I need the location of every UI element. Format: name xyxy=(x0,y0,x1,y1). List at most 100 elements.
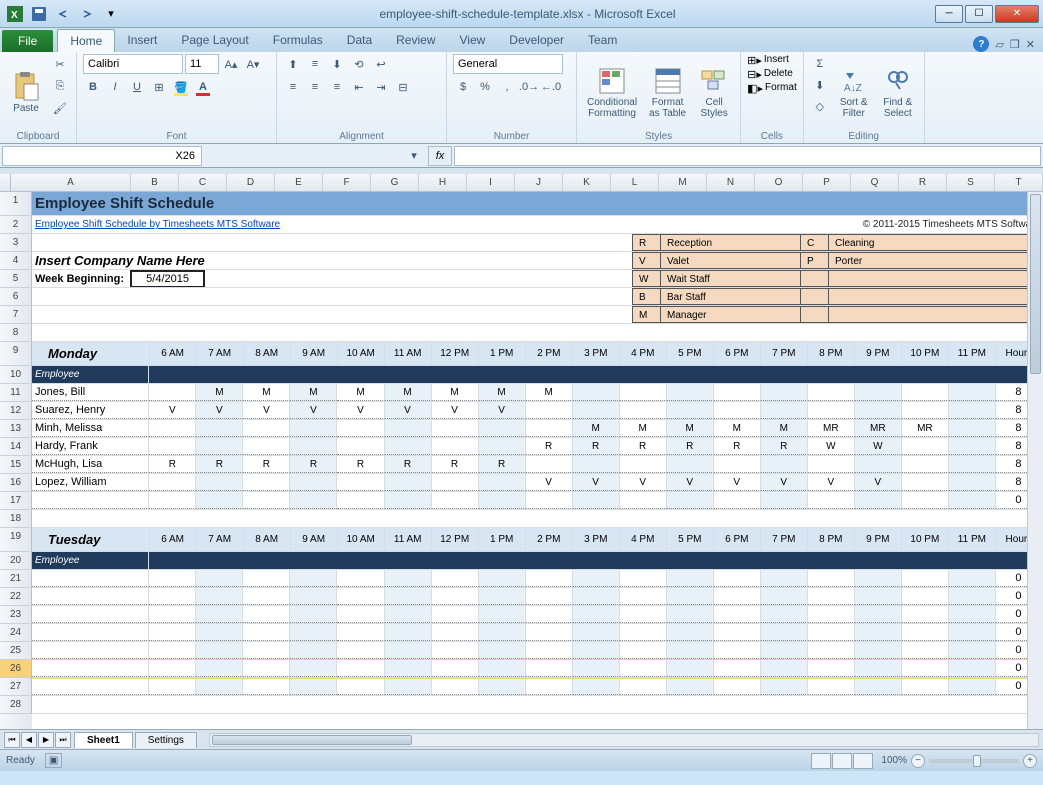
cell[interactable] xyxy=(196,642,243,659)
cell[interactable] xyxy=(949,384,996,401)
tab-formulas[interactable]: Formulas xyxy=(261,29,335,52)
row-header[interactable]: 6 xyxy=(0,288,32,306)
cell[interactable] xyxy=(808,678,855,695)
cell[interactable] xyxy=(573,384,620,401)
font-color-icon[interactable]: A xyxy=(193,77,213,97)
cell[interactable] xyxy=(196,588,243,605)
bold-button[interactable]: B xyxy=(83,77,103,97)
decrease-font-icon[interactable]: A▾ xyxy=(243,54,263,74)
format-painter-icon[interactable]: 🖌 xyxy=(50,98,70,118)
cell[interactable] xyxy=(761,402,808,419)
excel-icon[interactable]: X xyxy=(4,4,26,24)
sheet-nav-last-icon[interactable]: ⏭ xyxy=(55,732,71,748)
template-link[interactable]: Employee Shift Schedule by Timesheets MT… xyxy=(35,219,280,230)
row-header[interactable]: 12 xyxy=(0,402,32,420)
cell[interactable]: Employee Shift Schedule by Timesheets MT… xyxy=(32,216,552,233)
row-header[interactable]: 25 xyxy=(0,642,32,660)
cell[interactable] xyxy=(432,570,479,587)
minimize-ribbon-icon[interactable]: ▱ xyxy=(995,38,1003,51)
row-header[interactable]: 22 xyxy=(0,588,32,606)
cell[interactable] xyxy=(761,570,808,587)
cell[interactable]: M xyxy=(761,420,808,437)
row-header[interactable]: 5 xyxy=(0,270,32,288)
cell[interactable] xyxy=(714,456,761,473)
cell[interactable] xyxy=(855,570,902,587)
cell[interactable] xyxy=(714,624,761,641)
cell[interactable]: 10 AM xyxy=(338,342,385,365)
row-header[interactable]: 20 xyxy=(0,552,32,570)
cell[interactable] xyxy=(949,606,996,623)
row-header[interactable]: 15 xyxy=(0,456,32,474)
cell[interactable]: Insert Company Name Here xyxy=(32,252,632,269)
cell[interactable] xyxy=(667,552,714,569)
cell[interactable] xyxy=(620,456,667,473)
cell[interactable]: 7 AM xyxy=(197,528,244,551)
col-header[interactable]: L xyxy=(611,174,659,191)
cell[interactable] xyxy=(526,402,573,419)
cell[interactable] xyxy=(196,552,243,569)
cell[interactable] xyxy=(526,552,573,569)
increase-font-icon[interactable]: A▴ xyxy=(221,54,241,74)
cell[interactable]: R xyxy=(761,438,808,455)
cell[interactable] xyxy=(479,366,526,383)
col-header[interactable]: M xyxy=(659,174,707,191)
cell[interactable] xyxy=(761,606,808,623)
cell[interactable] xyxy=(196,678,243,695)
window-close-icon[interactable]: ✕ xyxy=(1026,38,1035,51)
cell[interactable] xyxy=(667,678,714,695)
cell[interactable] xyxy=(243,678,290,695)
cell[interactable] xyxy=(902,492,949,509)
cell[interactable] xyxy=(479,474,526,491)
cell[interactable] xyxy=(949,570,996,587)
cell[interactable] xyxy=(432,552,479,569)
cell[interactable] xyxy=(432,588,479,605)
cell[interactable]: 12 PM xyxy=(432,342,479,365)
file-tab[interactable]: File xyxy=(2,30,53,52)
cell[interactable] xyxy=(196,438,243,455)
cell[interactable] xyxy=(290,588,337,605)
cell[interactable] xyxy=(949,456,996,473)
cell[interactable] xyxy=(290,366,337,383)
minimize-button[interactable]: ─ xyxy=(935,5,963,23)
cell[interactable]: W xyxy=(855,438,902,455)
cell[interactable] xyxy=(667,606,714,623)
select-all-corner[interactable] xyxy=(0,174,11,191)
cell[interactable] xyxy=(667,660,714,677)
font-size-dropdown[interactable]: 11 xyxy=(185,54,219,74)
cell[interactable]: 11 PM xyxy=(949,342,996,365)
row-header[interactable]: 8 xyxy=(0,324,32,342)
cell[interactable] xyxy=(855,624,902,641)
cell[interactable] xyxy=(949,420,996,437)
cell[interactable]: V xyxy=(290,402,337,419)
find-select-button[interactable]: Find & Select xyxy=(878,54,918,130)
cell[interactable]: V xyxy=(479,402,526,419)
cell[interactable]: 6 PM xyxy=(714,342,761,365)
cell[interactable] xyxy=(149,474,196,491)
cell[interactable]: 3 PM xyxy=(573,528,620,551)
cell[interactable] xyxy=(902,438,949,455)
cell[interactable] xyxy=(385,366,432,383)
cell[interactable] xyxy=(385,588,432,605)
cell[interactable]: 4 PM xyxy=(620,528,667,551)
cell[interactable]: V xyxy=(385,402,432,419)
close-button[interactable]: ✕ xyxy=(995,5,1039,23)
border-icon[interactable]: ⊞ xyxy=(149,77,169,97)
cell[interactable]: V xyxy=(526,474,573,491)
col-header[interactable]: A xyxy=(11,174,131,191)
cell[interactable] xyxy=(526,678,573,695)
cell[interactable] xyxy=(855,456,902,473)
col-header[interactable]: Q xyxy=(851,174,899,191)
zoom-slider[interactable] xyxy=(929,759,1019,763)
cell[interactable] xyxy=(149,678,196,695)
cell[interactable] xyxy=(32,588,149,605)
cell[interactable] xyxy=(149,366,196,383)
cell[interactable] xyxy=(290,570,337,587)
cell[interactable]: R xyxy=(714,438,761,455)
cell[interactable]: R xyxy=(243,456,290,473)
cell[interactable] xyxy=(337,474,384,491)
scrollbar-thumb[interactable] xyxy=(1030,194,1041,374)
cell[interactable] xyxy=(949,624,996,641)
cell[interactable]: 10 PM xyxy=(902,342,949,365)
cell[interactable] xyxy=(196,624,243,641)
cell[interactable] xyxy=(808,606,855,623)
